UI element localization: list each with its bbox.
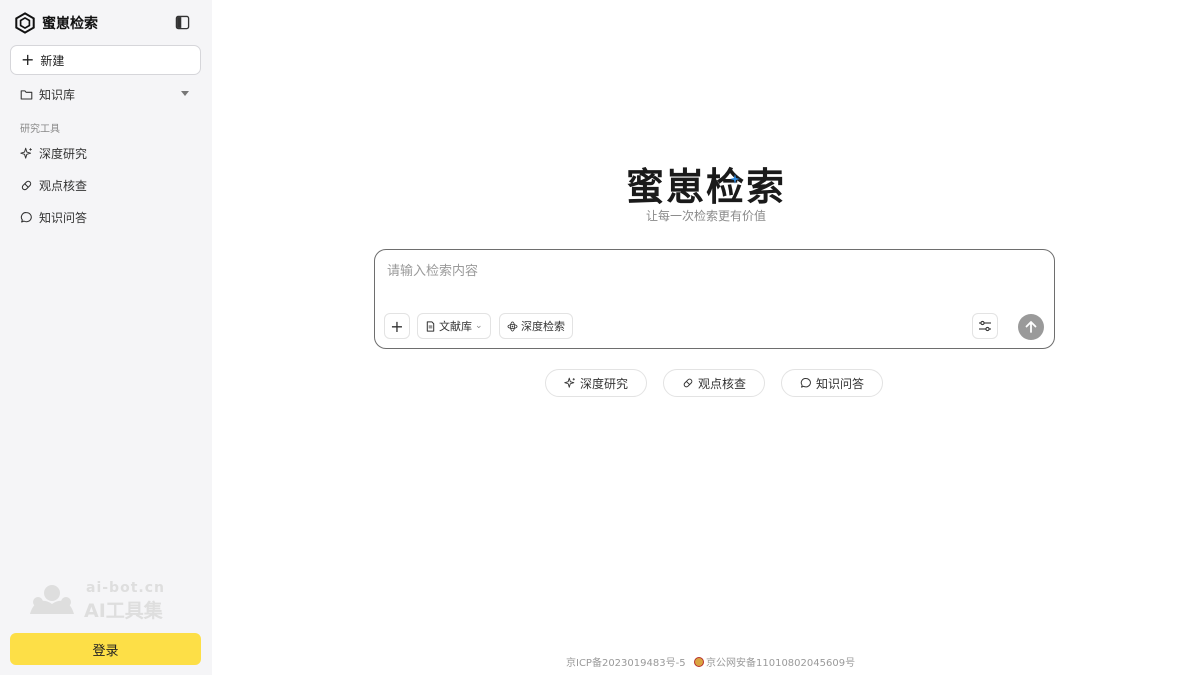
chat-bubble-icon: [20, 211, 32, 222]
footer: 京ICP备2023019483号-5 京公网安备11010802045609号: [212, 654, 1200, 669]
add-attachment-button[interactable]: +: [384, 313, 410, 339]
folder-icon: [20, 89, 33, 99]
sidebar-item-fact-check[interactable]: 观点核查: [10, 172, 201, 198]
deep-search-toggle[interactable]: 深度检索: [499, 313, 573, 339]
hero-subtitle: 让每一次检索更有价值: [645, 209, 766, 223]
icp-link[interactable]: 京ICP备2023019483号-5: [566, 654, 686, 669]
sidebar-item-label: 深度研究: [39, 146, 88, 161]
arrow-up-icon: [1025, 321, 1037, 333]
section-title-research-tools: 研究工具: [20, 124, 60, 135]
sidebar-item-knowledge-base[interactable]: 知识库: [10, 81, 201, 107]
chip-fact-check[interactable]: 观点核查: [663, 369, 765, 397]
library-select[interactable]: 文献库 ⌄: [417, 313, 491, 339]
chip-deep-research[interactable]: 深度研究: [545, 369, 647, 397]
brand[interactable]: 蜜崽检索: [14, 12, 98, 34]
watermark: ai-bot.cn AI工具集: [28, 580, 188, 622]
chat-bubble-icon: [800, 378, 811, 388]
settings-button[interactable]: [972, 313, 998, 339]
library-select-label: 文献库: [439, 320, 472, 333]
sliders-icon: [979, 320, 991, 332]
chevron-down-icon: ⌄: [475, 321, 483, 331]
sidebar-item-label: 知识问答: [39, 210, 88, 225]
chip-label: 深度研究: [579, 376, 628, 391]
atom-icon: [507, 321, 518, 331]
chip-label: 知识问答: [815, 376, 864, 391]
sidebar: 蜜崽检索 + 新建 知识库 研究工具 深度研究 观点核查 知识问答 ai-bot…: [0, 0, 212, 675]
watermark-name: AI工具集: [84, 600, 163, 622]
sparkle-accent-icon: [730, 174, 740, 184]
police-record-link[interactable]: 京公网安备11010802045609号: [694, 654, 855, 669]
login-button[interactable]: 登录: [10, 633, 201, 665]
chip-label: 观点核查: [697, 376, 746, 391]
new-button[interactable]: + 新建: [10, 45, 201, 75]
pill-icon: [683, 378, 693, 388]
watermark-logo-icon: [30, 585, 74, 614]
sidebar-item-knowledge-qa[interactable]: 知识问答: [10, 204, 201, 230]
send-button[interactable]: [1018, 314, 1044, 340]
plus-icon: +: [21, 50, 35, 69]
watermark-url: ai-bot.cn: [86, 580, 165, 596]
chip-knowledge-qa[interactable]: 知识问答: [781, 369, 883, 397]
sidebar-collapse-icon[interactable]: [175, 15, 190, 30]
document-icon: [426, 320, 435, 332]
sidebar-item-deep-research[interactable]: 深度研究: [10, 140, 201, 166]
police-record-text: 京公网安备11010802045609号: [706, 658, 856, 669]
sidebar-item-label: 知识库: [39, 87, 76, 102]
police-badge-icon: [694, 656, 704, 667]
new-button-label: 新建: [40, 53, 65, 68]
pill-icon: [21, 180, 32, 190]
deep-search-label: 深度检索: [521, 320, 565, 333]
plus-icon: +: [390, 316, 404, 336]
sidebar-item-label: 观点核查: [39, 178, 88, 193]
quick-actions: 深度研究 观点核查 知识问答: [212, 369, 1200, 397]
sparkle-icon: [20, 147, 32, 159]
search-input[interactable]: [387, 260, 1037, 282]
caret-down-icon[interactable]: [181, 91, 189, 96]
main-content: 蜜崽检索 让每一次检索更有价值 + 文献库 ⌄ 深度检索: [212, 0, 1200, 675]
brand-logo-icon: [15, 12, 35, 34]
brand-name: 蜜崽检索: [42, 16, 98, 32]
hero-title: 蜜崽检索: [625, 165, 786, 209]
search-box: + 文献库 ⌄ 深度检索: [374, 249, 1055, 349]
sparkle-icon: [564, 377, 575, 388]
